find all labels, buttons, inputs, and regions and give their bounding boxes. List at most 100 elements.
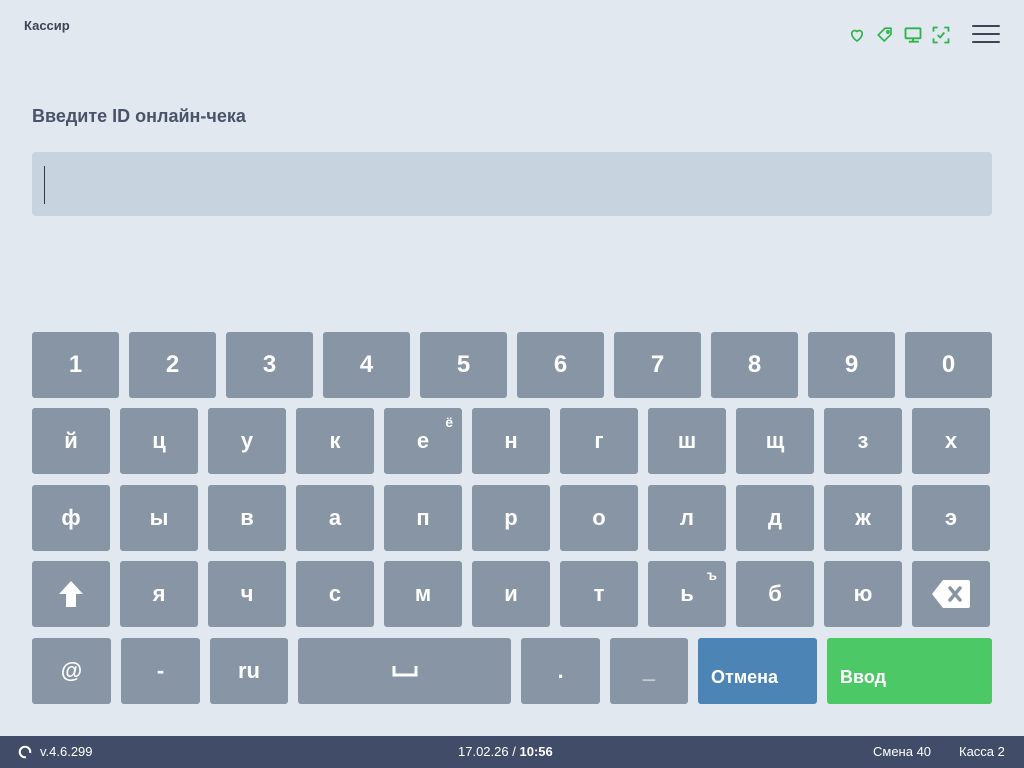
key-б[interactable]: б: [736, 561, 814, 627]
top-bar: Кассир: [0, 0, 1024, 70]
key-р[interactable]: р: [472, 485, 550, 551]
key-0[interactable]: 0: [905, 332, 992, 398]
key-2-label: 2: [165, 351, 180, 378]
date-time-separator: /: [512, 744, 516, 759]
key-ф[interactable]: ф: [32, 485, 110, 551]
key-к[interactable]: к: [296, 408, 374, 474]
key-ц[interactable]: ц: [120, 408, 198, 474]
key-щ[interactable]: щ: [736, 408, 814, 474]
underscore-key[interactable]: _: [610, 638, 688, 704]
key-т[interactable]: т: [560, 561, 638, 627]
key-ц-label: ц: [152, 428, 166, 453]
key-г-label: г: [594, 428, 604, 453]
key-й[interactable]: й: [32, 408, 110, 474]
footer-status-bar: v.4.6.299 17.02.26 / 10:56 Смена 40 Касс…: [0, 736, 1024, 768]
key-й-label: й: [64, 428, 78, 453]
key-ы[interactable]: ы: [120, 485, 198, 551]
key-2[interactable]: 2: [129, 332, 216, 398]
key-ф-label: ф: [61, 505, 81, 530]
key-л-label: л: [680, 505, 694, 530]
key-ж[interactable]: ж: [824, 485, 902, 551]
key-я[interactable]: я: [120, 561, 198, 627]
key-у[interactable]: у: [208, 408, 286, 474]
monitor-icon: [902, 24, 924, 46]
key-ш-label: ш: [677, 428, 697, 453]
key-в[interactable]: в: [208, 485, 286, 551]
key-м[interactable]: м: [384, 561, 462, 627]
heart-icon: [846, 24, 868, 46]
key-1[interactable]: 1: [32, 332, 119, 398]
key-у-label: у: [240, 428, 254, 453]
space-icon: [392, 666, 417, 677]
date-time: 17.02.26 / 10:56: [458, 744, 553, 759]
key-о[interactable]: о: [560, 485, 638, 551]
key-а-label: а: [328, 505, 342, 530]
key-н-label: н: [504, 428, 518, 453]
scan-check-icon: [930, 24, 952, 46]
key-н[interactable]: н: [472, 408, 550, 474]
key-ь[interactable]: ьъ: [648, 561, 726, 627]
alt-char-ё: ё: [445, 414, 453, 430]
backspace-icon: [932, 580, 970, 608]
dot-key-label: .: [557, 658, 564, 683]
key-в-label: в: [240, 505, 254, 530]
key-е[interactable]: её: [384, 408, 462, 474]
key-8[interactable]: 8: [711, 332, 798, 398]
language-key[interactable]: ru: [210, 638, 288, 704]
backspace-key[interactable]: [912, 561, 990, 627]
hamburger-menu-icon[interactable]: [972, 25, 1000, 47]
enter-button[interactable]: Ввод: [827, 638, 992, 704]
key-л[interactable]: л: [648, 485, 726, 551]
key-т-label: т: [593, 581, 605, 606]
key-ш[interactable]: ш: [648, 408, 726, 474]
key-4[interactable]: 4: [323, 332, 410, 398]
key-с[interactable]: с: [296, 561, 374, 627]
key-ы-label: ы: [149, 505, 169, 530]
space-key[interactable]: [298, 638, 511, 704]
key-щ-label: щ: [765, 428, 785, 453]
key-м-label: м: [414, 581, 432, 606]
at-key-label: @: [60, 658, 83, 683]
key-г[interactable]: г: [560, 408, 638, 474]
cancel-button[interactable]: Отмена: [698, 638, 817, 704]
key-д[interactable]: д: [736, 485, 814, 551]
key-о-label: о: [592, 505, 606, 530]
key-7-label: 7: [650, 351, 665, 378]
key-9-label: 9: [844, 351, 859, 378]
key-и[interactable]: и: [472, 561, 550, 627]
cancel-button-label: Отмена: [711, 666, 779, 687]
key-а[interactable]: а: [296, 485, 374, 551]
key-4-label: 4: [359, 351, 374, 378]
alt-char-ъ: ъ: [706, 567, 717, 583]
dash-key[interactable]: -: [121, 638, 200, 704]
key-х[interactable]: х: [912, 408, 990, 474]
key-ю[interactable]: ю: [824, 561, 902, 627]
key-я-label: я: [152, 581, 166, 606]
key-ч[interactable]: ч: [208, 561, 286, 627]
online-receipt-id-input[interactable]: [32, 152, 992, 216]
app-logo-icon: [18, 745, 32, 759]
key-э[interactable]: э: [912, 485, 990, 551]
key-п-label: п: [416, 505, 430, 530]
key-ь-label: ь: [680, 581, 694, 606]
key-7[interactable]: 7: [614, 332, 701, 398]
shift-number: Смена 40: [873, 744, 932, 759]
tag-icon: [874, 24, 896, 46]
key-е-label: е: [416, 428, 430, 453]
key-з[interactable]: з: [824, 408, 902, 474]
shift-key[interactable]: [32, 561, 110, 627]
current-date: 17.02.26: [458, 744, 509, 759]
dash-key-label: -: [156, 658, 165, 683]
at-key[interactable]: @: [32, 638, 111, 704]
key-6[interactable]: 6: [517, 332, 604, 398]
text-caret: [44, 166, 45, 204]
underscore-key-label: _: [642, 658, 656, 683]
dot-key[interactable]: .: [521, 638, 600, 704]
key-3[interactable]: 3: [226, 332, 313, 398]
key-п[interactable]: п: [384, 485, 462, 551]
key-и-label: и: [504, 581, 518, 606]
key-9[interactable]: 9: [808, 332, 895, 398]
app-title: Кассир: [24, 18, 70, 33]
key-5[interactable]: 5: [420, 332, 507, 398]
key-1-label: 1: [68, 351, 83, 378]
